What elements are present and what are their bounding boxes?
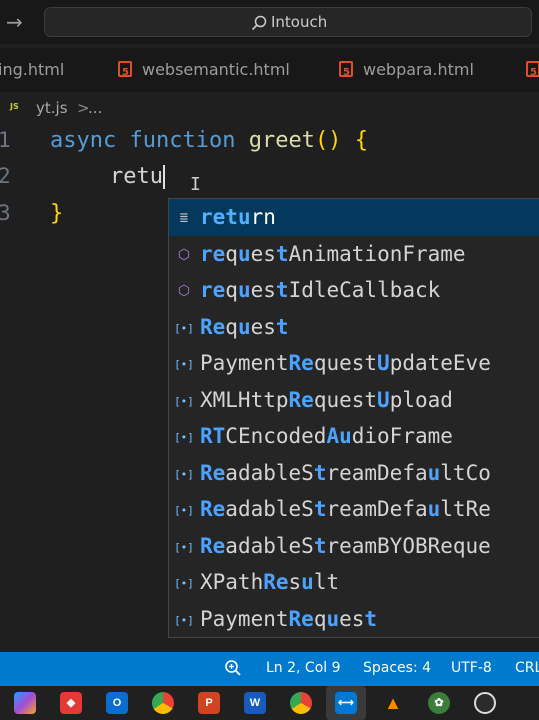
suggestion-item[interactable]: [•] PaymentRequestUpdateEve [169,345,539,382]
suggestion-label: Request [200,314,289,339]
breadcrumb: JS yt.js > ... [0,96,539,122]
js-file-icon: JS [10,102,19,111]
zoom-icon[interactable] [224,659,242,677]
tab-websemantic-html[interactable]: websemantic.html [118,48,290,95]
suggestion-label: requestAnimationFrame [200,241,466,266]
text-cursor [162,165,165,189]
html-file-icon [339,51,353,95]
suggestion-item[interactable]: ⬡ requestIdleCallback [169,272,539,309]
suggestion-label: ReadableStreamDefaultRe [200,497,491,521]
keyword-function: function [129,128,236,153]
cursor-position[interactable]: Ln 2, Col 9 [266,660,341,676]
variable-icon: [•] [174,577,194,590]
suggestion-item[interactable]: [•] RTCEncodedAudioFrame [169,418,539,455]
obs-icon[interactable] [474,692,496,714]
title-bar: → Intouch [0,0,539,44]
function-name: greet [248,128,315,153]
breadcrumb-more[interactable]: ... [88,99,102,117]
command-center-search[interactable]: Intouch [44,7,532,37]
suggestion-label: PaymentRequest [200,606,378,631]
suggestion-widget: ≣ return ⬡ requestAnimationFrame ⬡ requestIdl… [168,198,539,638]
code-line-1: async function greet() { [50,128,368,153]
html-file-icon [118,51,132,95]
suggestion-item[interactable]: [•] ReadableStreamDefaultCo [169,455,539,492]
vscode-icon[interactable]: ⟷ [335,692,357,714]
breadcrumb-file[interactable]: yt.js [36,99,68,117]
code-line-3: } [50,201,63,226]
close-brace: } [50,201,64,226]
ibeam-cursor-icon: I [190,174,201,195]
vlc-icon[interactable]: ▲ [382,692,404,714]
suggestion-label: ReadableStreamBYOBReque [200,533,491,558]
variable-icon: [•] [174,321,194,335]
chrome-icon[interactable] [152,692,174,714]
word-icon[interactable]: W [244,692,266,714]
copilot-icon[interactable] [14,692,36,714]
chrome-profile-icon[interactable] [290,692,312,714]
powerpoint-icon[interactable]: P [198,692,220,714]
settings-icon[interactable]: ✿ [428,692,450,714]
line-number: 1 [0,128,11,152]
line-number: 2 [0,164,11,188]
parens: () [314,128,342,153]
code-line-2: retu [110,164,165,189]
variable-icon: [•] [174,540,194,554]
outlook-icon[interactable]: O [106,692,128,714]
suggestion-item[interactable]: ⬡ requestAnimationFrame [169,236,539,273]
indentation[interactable]: Spaces: 4 [363,660,431,676]
end-of-line[interactable]: CRL [515,660,539,676]
suggestion-item[interactable]: [•] ReadableStreamBYOBReque [169,528,539,565]
search-label: Intouch [271,13,328,31]
suggestion-item[interactable]: [•] Request [169,309,539,346]
method-icon: ⬡ [177,246,191,263]
suggestion-label: return [200,205,276,229]
variable-icon: [•] [174,613,194,627]
variable-icon: [•] [174,394,194,408]
variable-icon: [•] [174,467,194,481]
suggestion-item[interactable]: ≣ return [169,199,539,236]
search-icon [251,15,267,30]
suggestion-label: XPathResult [200,570,340,594]
suggestion-label: RTCEncodedAudioFrame [200,424,453,448]
variable-icon: [•] [174,358,194,371]
tab-label: webpara.html [363,60,474,79]
suggestion-label: ReadableStreamDefaultCo [200,460,491,485]
typed-text: retu [110,164,163,189]
taskbar: ◆ O P W ⟷ ▲ ✿ [0,686,539,720]
suggestion-item[interactable]: [•] PaymentRequest [169,601,539,638]
keyword-icon: ≣ [179,210,189,226]
suggestion-item[interactable]: [•] XPathResult [169,564,539,601]
tab-overflow[interactable] [526,48,539,95]
variable-icon: [•] [174,431,194,444]
suggestion-label: PaymentRequestUpdateEve [200,351,491,375]
encoding[interactable]: UTF-8 [451,660,492,676]
suggestion-item[interactable]: [•] XMLHttpRequestUpload [169,382,539,419]
suggestion-item[interactable]: [•] ReadableStreamDefaultRe [169,491,539,528]
tab-webpara-html[interactable]: webpara.html [339,48,474,95]
method-icon: ⬡ [177,283,191,299]
anydesk-icon[interactable]: ◆ [60,692,82,714]
tab-label: websemantic.html [142,60,290,79]
variable-icon: [•] [174,504,194,517]
suggestion-label: requestIdleCallback [200,278,441,302]
line-number: 3 [0,201,11,225]
back-arrow-icon[interactable]: → [6,10,23,34]
tab-label: ing.html [0,60,65,79]
open-brace: { [354,128,368,153]
editor-tabs: ing.html websemantic.html webpara.html [0,48,539,95]
suggestion-label: XMLHttpRequestUpload [200,387,453,412]
status-bar: Ln 2, Col 9 Spaces: 4 UTF-8 CRL [0,652,539,686]
html-file-icon [526,51,539,95]
keyword-async: async [50,128,117,153]
tab-ing-html[interactable]: ing.html [0,48,64,92]
